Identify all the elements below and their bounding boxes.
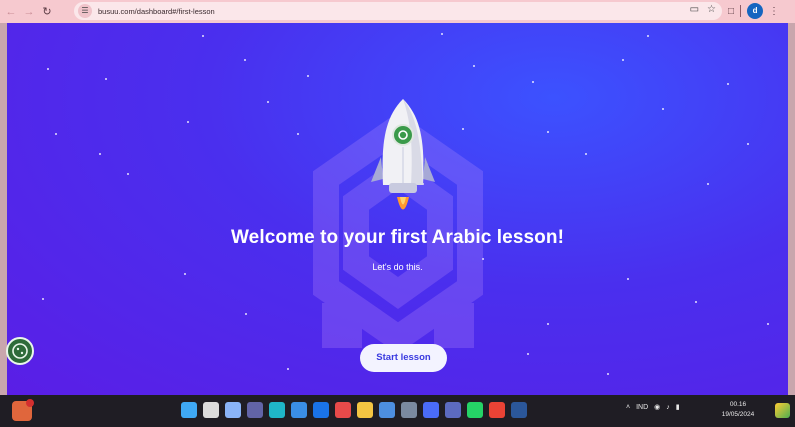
star — [187, 121, 189, 123]
star — [622, 59, 624, 61]
star — [99, 153, 101, 155]
star — [244, 59, 246, 61]
star — [245, 313, 247, 315]
profile-avatar[interactable]: d — [747, 3, 764, 19]
star — [287, 368, 289, 370]
back-icon[interactable]: ← — [4, 5, 18, 19]
file-explorer-icon[interactable] — [357, 402, 373, 418]
star — [727, 83, 729, 85]
toolbar-separator — [740, 5, 742, 17]
chevron-up-icon[interactable]: ˄ — [626, 404, 630, 411]
browser-toolbar: ← → ↻ ☰ busuu.com/dashboard#/first-lesso… — [0, 0, 795, 23]
star — [547, 131, 549, 133]
notes-icon[interactable] — [379, 402, 395, 418]
star — [607, 373, 609, 375]
app-icon[interactable] — [445, 402, 461, 418]
star — [267, 101, 269, 103]
star — [105, 78, 107, 80]
lesson-welcome-subtitle: Let's do this. — [372, 262, 423, 272]
word-icon[interactable] — [511, 402, 527, 418]
star — [585, 153, 587, 155]
start-lesson-button[interactable]: Start lesson — [360, 344, 447, 372]
star — [695, 301, 697, 303]
star — [202, 35, 204, 37]
menu-kebab-icon[interactable]: ⋮ — [769, 6, 779, 17]
lesson-welcome-screen: Welcome to your first Arabic lesson! Let… — [7, 23, 788, 395]
extensions-icon[interactable]: □ — [728, 6, 734, 17]
battery-icon[interactable]: ▮ — [676, 403, 680, 411]
star — [47, 68, 49, 70]
star — [441, 33, 443, 35]
star — [473, 65, 475, 67]
chrome-icon[interactable] — [489, 402, 505, 418]
star — [532, 81, 534, 83]
bookmark-star-icon[interactable]: ☆ — [707, 4, 716, 15]
teams-icon[interactable] — [247, 402, 263, 418]
search-icon[interactable] — [203, 402, 219, 418]
store-icon[interactable] — [291, 402, 307, 418]
notification-badge — [26, 399, 34, 407]
media-icon[interactable] — [423, 402, 439, 418]
star — [747, 143, 749, 145]
star — [307, 75, 309, 77]
whatsapp-icon[interactable] — [467, 402, 483, 418]
star — [767, 323, 769, 325]
windows-taskbar: ˄ IND ◉ ♪ ▮ 00.16 19/05/2024 — [0, 395, 795, 427]
star — [627, 278, 629, 280]
window-frame-left — [0, 23, 7, 395]
windows-start-icon[interactable] — [181, 402, 197, 418]
gift-icon[interactable] — [335, 402, 351, 418]
star — [55, 133, 57, 135]
forward-icon[interactable]: → — [22, 5, 36, 19]
cookie-icon — [12, 343, 28, 359]
copilot-icon[interactable] — [775, 403, 790, 418]
clock-time: 00.16 — [729, 401, 747, 408]
lesson-welcome-title: Welcome to your first Arabic lesson! — [230, 227, 564, 248]
star — [662, 108, 664, 110]
volume-icon[interactable]: ♪ — [666, 404, 670, 411]
star — [127, 173, 129, 175]
clock-date: 19/05/2024 — [721, 411, 755, 418]
wifi-icon[interactable]: ◉ — [654, 403, 660, 411]
language-indicator[interactable]: IND — [636, 404, 648, 411]
star — [42, 298, 44, 300]
rocket-icon — [371, 99, 435, 210]
window-frame-right — [788, 23, 795, 395]
clock[interactable]: 00.16 19/05/2024 — [718, 400, 758, 420]
reload-icon[interactable]: ↻ — [40, 5, 54, 19]
task-view-icon[interactable] — [225, 402, 241, 418]
edge-icon[interactable] — [269, 402, 285, 418]
mail-icon[interactable] — [313, 402, 329, 418]
star — [647, 35, 649, 37]
star — [184, 273, 186, 275]
star — [547, 323, 549, 325]
site-info-icon[interactable]: ☰ — [78, 4, 92, 18]
cookie-settings-button[interactable] — [6, 337, 34, 365]
star — [707, 183, 709, 185]
star — [527, 353, 529, 355]
taskbar-apps — [181, 402, 527, 418]
cast-icon[interactable]: ▭ — [690, 4, 699, 15]
system-tray: ˄ IND ◉ ♪ ▮ — [626, 403, 680, 412]
address-bar[interactable]: ☰ busuu.com/dashboard#/first-lesson ▭ ☆ — [74, 2, 722, 20]
url-text[interactable]: busuu.com/dashboard#/first-lesson — [98, 7, 215, 16]
camera-icon[interactable] — [401, 402, 417, 418]
